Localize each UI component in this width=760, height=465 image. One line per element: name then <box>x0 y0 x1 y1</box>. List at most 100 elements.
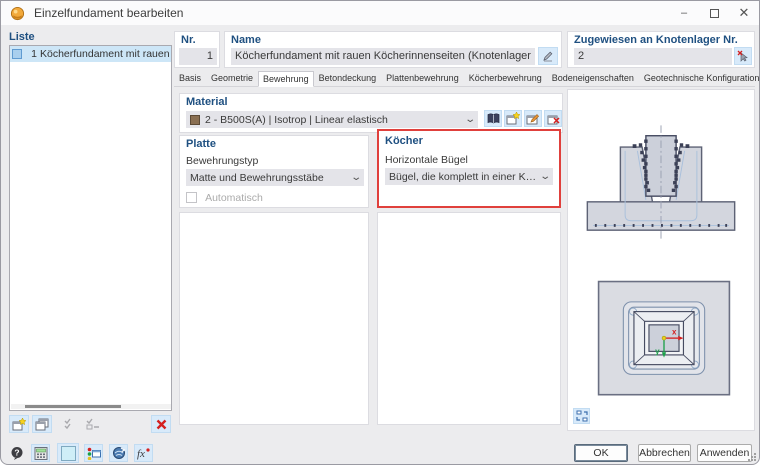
material-delete-button[interactable] <box>544 110 562 127</box>
check-all-icon <box>64 418 78 430</box>
material-dropdown[interactable]: 2 - B500S(A) | Isotrop | Linear elastisc… <box>186 111 478 128</box>
select-nodes-button[interactable] <box>734 47 752 65</box>
uncheck-all-button[interactable] <box>83 415 103 433</box>
tab-betondeckung[interactable]: Betondeckung <box>314 70 382 86</box>
tab-bodeneigenschaften[interactable]: Bodeneigenschaften <box>547 70 639 86</box>
display-properties-button[interactable] <box>84 444 103 462</box>
assigned-label: Zugewiesen an Knotenlager Nr. <box>574 34 738 46</box>
dialog-einzelfundament: Einzelfundament bearbeiten – ✕ Liste 1 K… <box>0 0 760 465</box>
bewehrungstyp-value: Matte und Bewehrungsstäbe <box>190 172 324 184</box>
tab-bar: Basis Geometrie Bewehrung Betondeckung P… <box>174 69 755 87</box>
automatisch-checkbox[interactable] <box>186 192 197 203</box>
foundation-list[interactable]: 1 Köcherfundament mit rauen Köcherinnens… <box>9 45 172 411</box>
minimize-button[interactable]: – <box>669 1 699 25</box>
maximize-button[interactable] <box>699 1 729 25</box>
globe-arrow-icon <box>112 446 126 460</box>
fx-icon: fx <box>136 446 151 460</box>
horizontale-buegel-dropdown[interactable]: Bügel, die komplett in einer Köcherwand … <box>385 168 553 185</box>
calculator-icon <box>34 447 48 460</box>
color-swatch-icon <box>61 446 76 461</box>
horizontale-buegel-value: Bügel, die komplett in einer Köcherwand … <box>389 171 541 183</box>
tab-bewehrung[interactable]: Bewehrung <box>258 71 314 87</box>
copy-icon <box>35 418 49 431</box>
chevron-down-icon: ⌄ <box>350 173 362 183</box>
list-label: Liste <box>9 31 172 43</box>
platte-label: Platte <box>186 138 216 150</box>
app-foundation-icon <box>10 6 25 21</box>
book-icon <box>487 113 500 124</box>
new-icon <box>12 418 26 431</box>
window-title: Einzelfundament bearbeiten <box>34 6 183 20</box>
nr-field: 1 <box>179 48 217 65</box>
formula-button[interactable]: fx <box>134 444 153 462</box>
transfer-settings-button[interactable] <box>109 444 128 462</box>
material-label: Material <box>186 96 228 108</box>
preview-refresh-button[interactable] <box>573 408 590 424</box>
tab-geotechnische-konfiguration[interactable]: Geotechnische Konfiguration <box>639 70 760 86</box>
list-item[interactable]: 1 Köcherfundament mit rauen Köcherinnens… <box>10 46 171 62</box>
bewehrungstyp-label: Bewehrungstyp <box>186 155 258 167</box>
uncheck-all-icon <box>86 418 100 430</box>
name-label: Name <box>231 34 261 46</box>
horizontal-scrollbar[interactable] <box>11 404 171 409</box>
automatisch-row: Automatisch <box>186 192 263 204</box>
chevron-down-icon: ⌄ <box>539 172 551 182</box>
list-item-checkbox[interactable] <box>12 49 22 59</box>
list-item-label: Köcherfundament mit rauen Köcherinnense <box>40 48 172 60</box>
tab-geometrie[interactable]: Geometrie <box>206 70 258 86</box>
name-group: Name Köcherfundament mit rauen Köcherinn… <box>224 31 562 68</box>
svg-text:fx: fx <box>137 448 145 460</box>
chevron-down-icon: ⌄ <box>464 115 476 125</box>
new-icon <box>506 112 520 125</box>
rename-button[interactable] <box>538 47 558 65</box>
apply-button[interactable]: Anwenden <box>697 444 752 462</box>
pencil-icon <box>542 50 554 62</box>
koecher-group: Köcher Horizontale Bügel Bügel, die komp… <box>377 129 561 208</box>
background-color-button[interactable] <box>57 443 79 463</box>
tab-plattenbewehrung[interactable]: Plattenbewehrung <box>381 70 464 86</box>
material-color-chip <box>190 115 200 125</box>
select-pointer-icon <box>737 50 749 62</box>
platte-extra-panel <box>179 212 369 425</box>
material-value: 2 - B500S(A) | Isotrop | Linear elastisc… <box>205 114 388 126</box>
svg-text:x: x <box>672 328 677 337</box>
delete-item-button[interactable] <box>151 415 171 433</box>
section-view-drawing <box>576 118 746 246</box>
nr-label: Nr. <box>181 34 196 46</box>
material-library-button[interactable] <box>484 110 502 127</box>
horizontale-buegel-label: Horizontale Bügel <box>385 154 468 166</box>
svg-text:?: ? <box>14 447 19 457</box>
automatisch-label: Automatisch <box>205 192 263 204</box>
material-edit-button[interactable] <box>524 110 542 127</box>
cancel-button[interactable]: Abbrechen <box>638 444 691 462</box>
check-all-button[interactable] <box>61 415 81 433</box>
new-item-button[interactable] <box>9 415 29 433</box>
scrollbar-thumb[interactable] <box>25 405 121 408</box>
help-icon: ? <box>10 446 24 460</box>
delete-material-icon <box>546 112 560 125</box>
bewehrungstyp-dropdown[interactable]: Matte und Bewehrungsstäbe ⌄ <box>186 169 364 186</box>
close-button[interactable]: ✕ <box>729 1 759 25</box>
tab-koecherbewehrung[interactable]: Köcherbewehrung <box>464 70 547 86</box>
assigned-group: Zugewiesen an Knotenlager Nr. 2 <box>567 31 755 68</box>
units-button[interactable] <box>31 444 50 462</box>
koecher-extra-panel <box>377 212 561 425</box>
material-new-button[interactable] <box>504 110 522 127</box>
list-toolbar <box>9 415 172 433</box>
nr-group: Nr. 1 <box>174 31 220 68</box>
edit-material-icon <box>526 112 540 125</box>
name-field[interactable]: Köcherfundament mit rauen Köcherinnensei… <box>231 48 535 65</box>
preview-panel: x y <box>567 89 755 431</box>
list-item-number: 1 <box>24 48 37 60</box>
assigned-field[interactable]: 2 <box>574 48 732 65</box>
ok-button[interactable]: OK <box>574 444 628 462</box>
copy-item-button[interactable] <box>32 415 52 433</box>
resize-grip[interactable] <box>747 452 757 462</box>
display-properties-icon <box>87 447 101 460</box>
title-bar: Einzelfundament bearbeiten – ✕ <box>1 1 759 25</box>
tab-basis[interactable]: Basis <box>174 70 206 86</box>
koecher-label: Köcher <box>385 135 423 147</box>
refresh-icon <box>576 410 588 422</box>
help-button[interactable]: ? <box>7 444 26 462</box>
material-group: Material 2 - B500S(A) | Isotrop | Linear… <box>179 93 563 133</box>
